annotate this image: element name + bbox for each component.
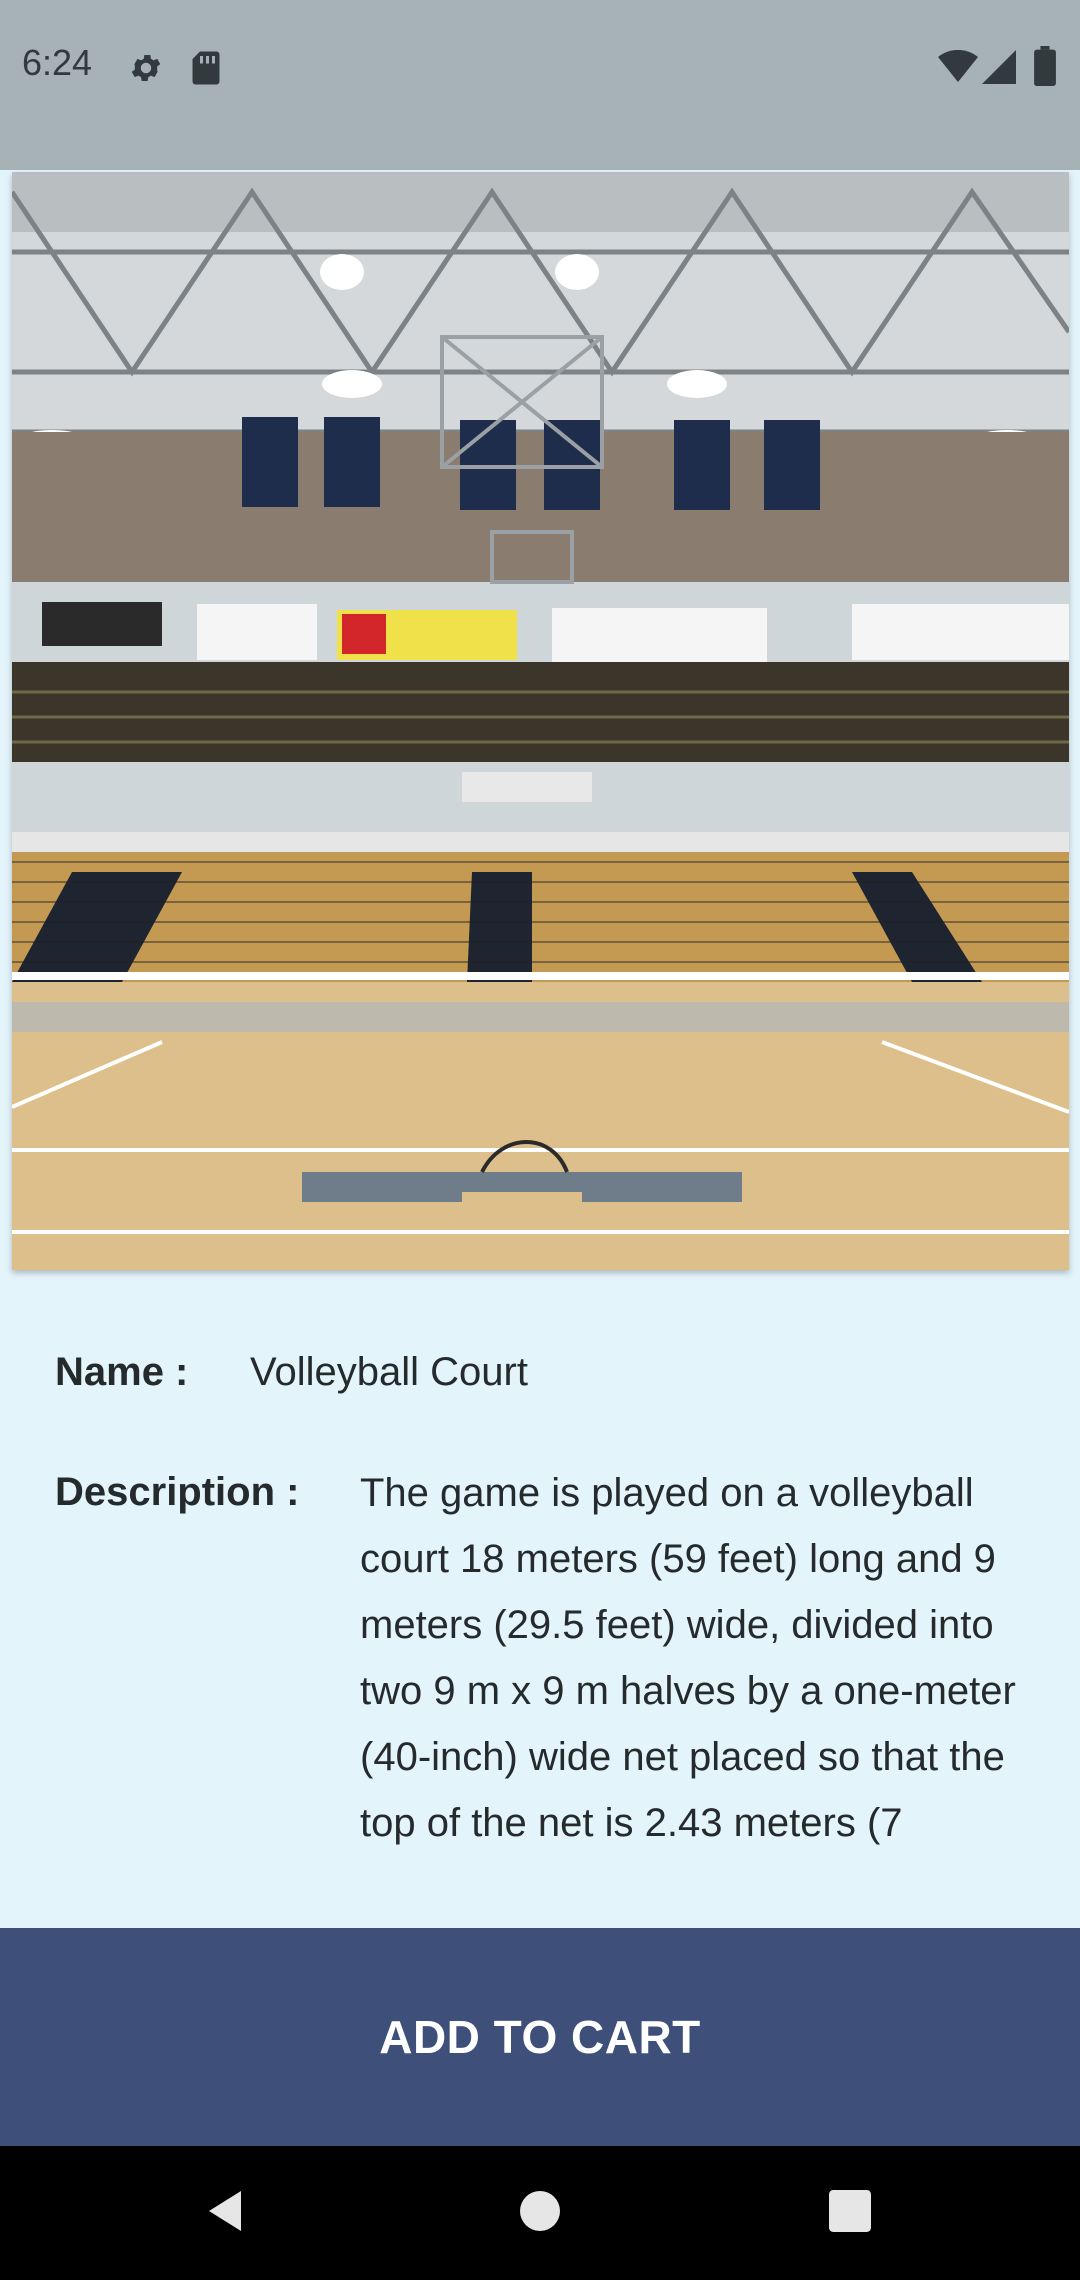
signal-icon [982,50,1016,89]
battery-icon [1034,46,1056,91]
add-to-cart-button[interactable]: ADD TO CART [0,1928,1080,2146]
product-name: Volleyball Court [250,1350,528,1394]
product-image [12,172,1069,1270]
description-label: Description : [55,1470,300,1514]
home-button[interactable] [460,2146,620,2280]
status-time: 6:24 [22,42,93,83]
home-icon [520,2190,560,2236]
product-description: The game is played on a volleyball court… [360,1471,1016,1845]
gear-icon [128,50,164,91]
navigation-bar [0,2146,1080,2280]
status-bar: 6:24 [0,0,1080,170]
back-button[interactable] [145,2146,305,2280]
name-label: Name : [55,1350,189,1394]
recents-button[interactable] [770,2146,930,2280]
recents-icon [829,2189,871,2237]
back-icon [204,2189,246,2238]
wifi-icon [938,49,978,89]
sd-card-icon [190,50,222,91]
